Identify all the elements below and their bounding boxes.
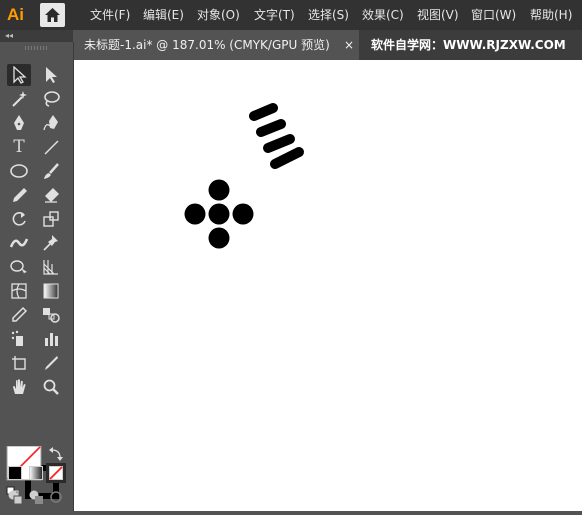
artboard-icon [12, 356, 26, 370]
symbol-sprayer-icon [11, 330, 23, 346]
menu-object[interactable]: 对象(O) [197, 0, 240, 30]
width-tool[interactable] [7, 232, 31, 254]
mesh-icon [11, 283, 27, 299]
shape-builder-icon [10, 260, 27, 275]
blend-tool[interactable] [39, 304, 63, 326]
type-tool[interactable]: T [7, 136, 31, 158]
ellipse-icon [10, 164, 28, 178]
circle-cluster-artwork[interactable] [184, 179, 254, 249]
zoom-icon [43, 379, 59, 395]
watermark-text: 软件自学网：WWW.RJZXW.COM [371, 38, 566, 52]
gradient-mode-button[interactable] [26, 463, 46, 483]
pencil-tool[interactable] [7, 184, 31, 206]
stacked-bars-artwork[interactable] [249, 103, 304, 169]
scale-icon [43, 211, 59, 227]
artwork [184, 103, 304, 249]
none-mode-button[interactable] [46, 463, 66, 483]
paintbrush-icon [44, 163, 59, 179]
hand-tool[interactable] [7, 376, 31, 398]
document-title: 未标题-1.ai* @ 187.01% (CMYK/GPU 预览) [84, 38, 330, 52]
menu-help[interactable]: 帮助(H) [530, 0, 572, 30]
artboard-canvas[interactable] [74, 60, 582, 511]
eyedropper-icon [12, 306, 28, 322]
lasso-tool[interactable] [39, 88, 63, 110]
lasso-icon [44, 91, 60, 107]
menu-select[interactable]: 选择(S) [308, 0, 349, 30]
document-tab[interactable]: 未标题-1.ai* @ 187.01% (CMYK/GPU 预览) × [74, 30, 359, 60]
gradient-tool[interactable] [39, 280, 63, 302]
draw-normal-button[interactable] [5, 487, 25, 507]
magic-wand-tool[interactable] [7, 88, 31, 110]
symbol-sprayer-tool[interactable] [7, 328, 31, 350]
magic-wand-icon [12, 91, 27, 107]
menu-type[interactable]: 文字(T) [254, 0, 295, 30]
eyedropper-tool[interactable] [7, 304, 31, 326]
width-icon [9, 238, 29, 248]
menu-window[interactable]: 窗口(W) [471, 0, 516, 30]
artboard-tool[interactable] [7, 352, 31, 374]
panel-grip[interactable] [25, 46, 49, 50]
swap-fill-stroke-icon[interactable] [49, 447, 63, 461]
menu-effect[interactable]: 效果(C) [362, 0, 404, 30]
home-icon [45, 8, 60, 22]
menu-bar: Ai 文件(F) 编辑(E) 对象(O) 文字(T) 选择(S) 效果(C) 视… [0, 0, 582, 30]
curvature-pen-icon [43, 115, 58, 131]
direct-selection-icon [46, 67, 57, 83]
pencil-icon [13, 188, 27, 202]
line-segment-icon [44, 140, 59, 155]
rotate-icon [12, 212, 26, 226]
mesh-tool[interactable] [7, 280, 31, 302]
close-tab-icon[interactable]: × [344, 30, 354, 60]
perspective-grid-icon [43, 260, 58, 275]
blend-icon [43, 308, 60, 323]
toolbar-header: ◂◂ [0, 30, 73, 42]
menu-edit[interactable]: 编辑(E) [143, 0, 184, 30]
home-button[interactable] [40, 3, 65, 27]
draw-behind-button[interactable] [26, 487, 46, 507]
color-mode-button[interactable] [5, 463, 25, 483]
shape-builder-tool[interactable] [7, 256, 31, 278]
collapse-toolbar-button[interactable]: ◂◂ [5, 30, 13, 42]
gradient-icon [43, 283, 59, 299]
column-graph-icon [45, 333, 58, 346]
hand-icon [13, 379, 26, 394]
perspective-grid-tool[interactable] [39, 256, 63, 278]
type-icon: T [13, 137, 25, 157]
slice-tool[interactable] [39, 352, 63, 374]
direct-selection-tool[interactable] [39, 64, 63, 86]
pen-icon [14, 115, 24, 130]
pushpin-icon [43, 235, 58, 251]
menu-file[interactable]: 文件(F) [90, 0, 130, 30]
rotate-tool[interactable] [7, 208, 31, 230]
curvature-tool[interactable] [39, 112, 63, 134]
draw-inside-button[interactable] [46, 487, 66, 507]
selection-arrow-icon [13, 66, 27, 84]
selection-tool[interactable] [7, 64, 31, 86]
column-graph-tool[interactable] [39, 328, 63, 350]
menu-view[interactable]: 视图(V) [417, 0, 459, 30]
pen-tool[interactable] [7, 112, 31, 134]
zoom-tool[interactable] [39, 376, 63, 398]
tools-panel: T [0, 42, 74, 511]
line-segment-tool[interactable] [39, 136, 63, 158]
ellipse-tool[interactable] [7, 160, 31, 182]
eraser-tool[interactable] [39, 184, 63, 206]
app-logo: Ai [7, 5, 24, 24]
document-tab-bar: 未标题-1.ai* @ 187.01% (CMYK/GPU 预览) × 软件自学… [74, 30, 582, 60]
puppet-warp-tool[interactable] [39, 232, 63, 254]
paintbrush-tool[interactable] [39, 160, 63, 182]
eraser-icon [45, 188, 59, 203]
scale-tool[interactable] [39, 208, 63, 230]
knife-icon [45, 356, 58, 370]
